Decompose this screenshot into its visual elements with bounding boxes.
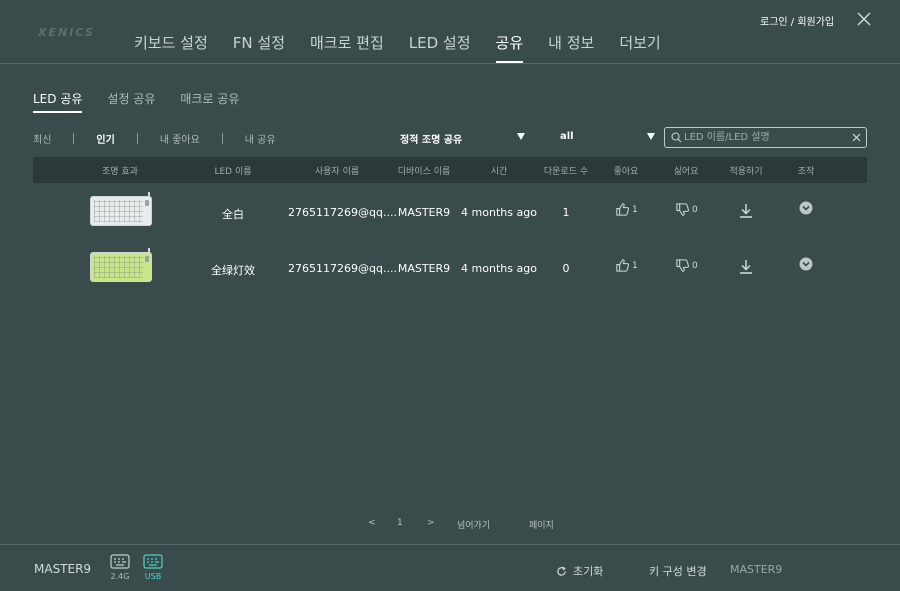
device-name: MASTER9	[397, 206, 451, 219]
thumbs-down-icon	[676, 203, 689, 216]
connection-2-4g-label: 2.4G	[110, 572, 130, 581]
thumbs-down-icon	[676, 259, 689, 272]
nav-fn-settings[interactable]: FN 설정	[233, 32, 285, 64]
nav-macro-edit[interactable]: 매크로 편집	[310, 32, 384, 64]
thumbs-up-icon	[616, 203, 629, 216]
connection-usb-button[interactable]: USB	[142, 554, 164, 581]
like-count: 1	[632, 204, 638, 215]
col-header-user: 사용자 이름	[314, 167, 360, 177]
download-icon[interactable]	[739, 259, 753, 274]
col-header-action: 조작	[797, 167, 815, 177]
col-header-led-name: LED 이름	[214, 167, 252, 177]
filter-popular[interactable]: 인기	[96, 131, 114, 146]
device-name: MASTER9	[397, 262, 451, 275]
filter-divider	[136, 133, 138, 144]
footer-device-selector[interactable]: MASTER9	[730, 563, 782, 576]
col-header-likes: 좋아요	[613, 167, 639, 177]
main-nav: 키보드 설정 FN 설정 매크로 편집 LED 설정 공유 내 정보 더보기	[134, 32, 686, 64]
key-config-change-button[interactable]: 키 구성 변경	[649, 563, 707, 579]
filter-latest[interactable]: 최신	[33, 131, 51, 146]
filter-bar: 최신 인기 내 좋아요 내 공유	[33, 131, 276, 146]
clear-icon[interactable]	[852, 133, 861, 142]
chevron-down-icon[interactable]	[517, 133, 525, 140]
nav-share[interactable]: 공유	[495, 32, 523, 64]
expand-chevron-icon[interactable]	[799, 257, 813, 271]
dislike-button[interactable]: 0	[675, 258, 698, 273]
user-name: 2765117269@qq....	[288, 262, 397, 275]
search-input[interactable]	[684, 130, 844, 145]
search-box	[664, 127, 867, 148]
table-header: 조명 효과 LED 이름 사용자 이름 디바이스 이름 시간 다운로드 수 좋아…	[33, 157, 867, 183]
goto-page-button[interactable]: 넘어가기	[457, 518, 490, 531]
connection-2-4g-button[interactable]: 2.4G	[109, 554, 131, 581]
subtab-led-share[interactable]: LED 공유	[33, 90, 83, 113]
footer-device-name: MASTER9	[34, 562, 92, 576]
dislike-button[interactable]: 0	[675, 202, 698, 217]
filter-my-shares[interactable]: 내 공유	[245, 131, 276, 146]
filter-my-likes[interactable]: 내 좋아요	[160, 131, 200, 146]
led-name: 全白	[222, 208, 244, 221]
time-ago: 4 months ago	[461, 262, 537, 275]
like-button[interactable]: 1	[615, 258, 638, 273]
table-row: 全绿灯效 2765117269@qq.... MASTER9 4 months …	[33, 242, 867, 298]
reset-label: 초기화	[573, 565, 604, 578]
dislike-count: 0	[692, 260, 698, 271]
col-header-time: 시간	[490, 167, 508, 177]
col-header-dislikes: 싫어요	[673, 167, 699, 177]
close-icon[interactable]	[857, 12, 871, 26]
nav-led-settings[interactable]: LED 설정	[409, 32, 471, 64]
time-ago: 4 months ago	[461, 206, 537, 219]
keyboard-preview-image	[90, 248, 152, 282]
login-signup-link[interactable]: 로그인 / 회원가입	[760, 13, 834, 28]
footer-bar: MASTER9 2.4G USB 초기화 키 구성 변경 MASTER9	[0, 544, 900, 591]
refresh-icon	[557, 565, 566, 576]
col-header-apply: 적용하기	[729, 167, 763, 177]
nav-my-info[interactable]: 내 정보	[548, 32, 594, 64]
table-row: 全白 2765117269@qq.... MASTER9 4 months ag…	[33, 186, 867, 242]
nav-more[interactable]: 더보기	[619, 32, 660, 64]
like-count: 1	[632, 260, 638, 271]
keyboard-preview-image	[90, 192, 152, 226]
subtab-macro-share[interactable]: 매크로 공유	[180, 90, 239, 113]
device-filter-dropdown[interactable]: all	[560, 131, 574, 142]
thumbs-up-icon	[616, 259, 629, 272]
filter-divider	[73, 133, 75, 144]
next-page-button[interactable]: >	[427, 518, 435, 528]
prev-page-button[interactable]: <	[368, 518, 376, 528]
col-header-effect: 조명 효과	[102, 167, 138, 177]
col-header-downloads: 다운로드 수	[543, 167, 589, 177]
download-icon[interactable]	[739, 203, 753, 218]
page-label: 페이지	[529, 521, 554, 531]
current-page[interactable]: 1	[397, 518, 403, 528]
search-icon	[671, 132, 682, 143]
nav-keyboard-settings[interactable]: 키보드 설정	[134, 32, 208, 64]
connection-usb-label: USB	[144, 572, 162, 581]
keyboard-icon	[143, 554, 163, 569]
download-count: 0	[562, 262, 570, 275]
expand-chevron-icon[interactable]	[799, 201, 813, 215]
dislike-count: 0	[692, 204, 698, 215]
download-count: 1	[562, 206, 570, 219]
subtab-settings-share[interactable]: 설정 공유	[107, 90, 155, 113]
led-name: 全绿灯效	[211, 264, 255, 277]
reset-button[interactable]: 초기화	[556, 563, 603, 579]
like-button[interactable]: 1	[615, 202, 638, 217]
chevron-down-icon[interactable]	[647, 133, 655, 140]
share-subtabs: LED 공유 설정 공유 매크로 공유	[33, 90, 264, 113]
app-logo: XENICS	[38, 26, 95, 39]
user-name: 2765117269@qq....	[288, 206, 397, 219]
lighting-type-dropdown[interactable]: 정적 조명 공유	[400, 131, 462, 146]
top-bar: XENICS 키보드 설정 FN 설정 매크로 편집 LED 설정 공유 내 정…	[0, 0, 900, 64]
keyboard-icon	[110, 554, 130, 569]
col-header-device: 디바이스 이름	[397, 167, 451, 177]
filter-divider	[221, 133, 223, 144]
